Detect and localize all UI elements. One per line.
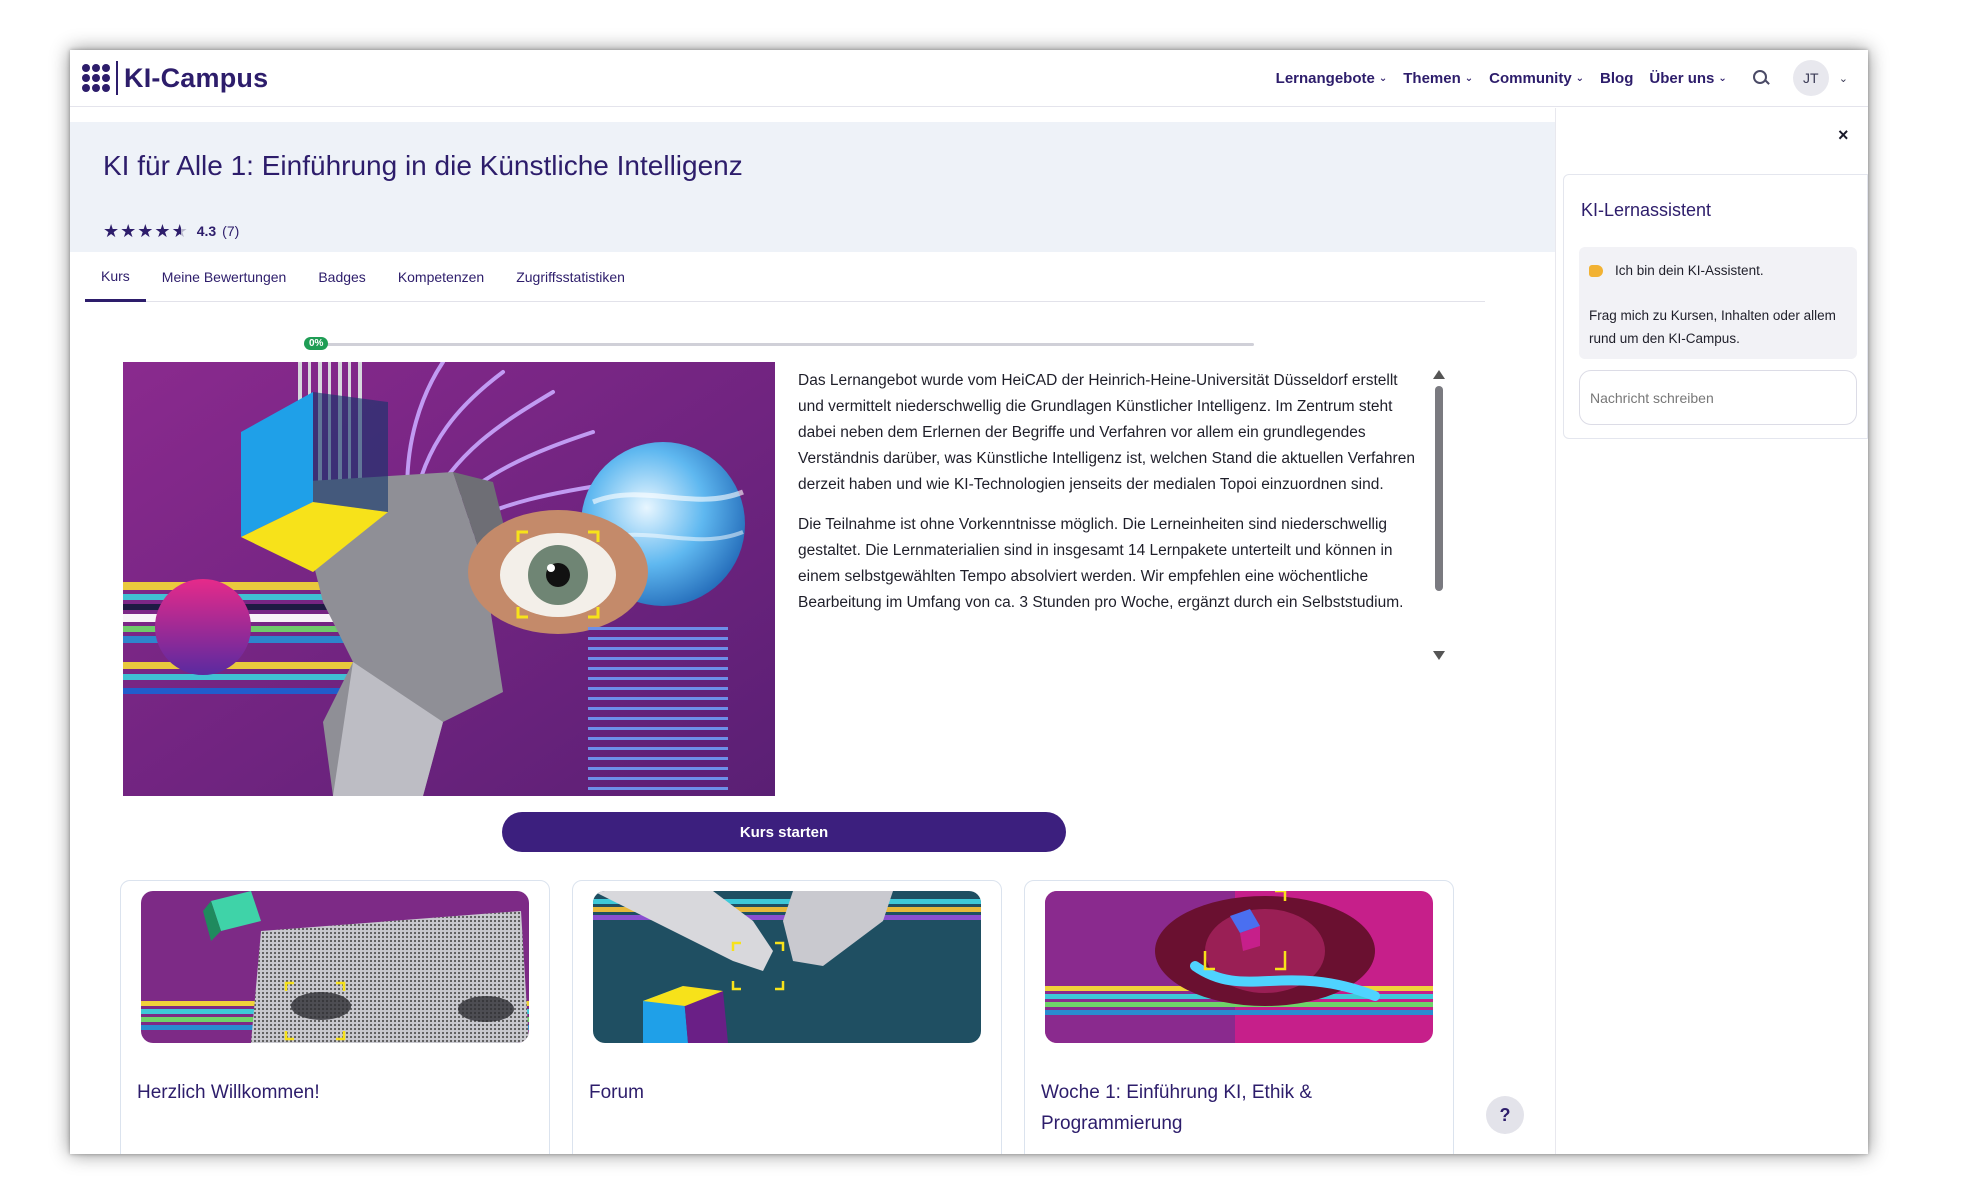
logo-divider — [116, 61, 118, 95]
chevron-down-icon: ⌄ — [1718, 72, 1727, 84]
nav-label: Über uns — [1649, 69, 1715, 87]
nav-lernangebote[interactable]: Lernangebote ⌄ — [1276, 70, 1388, 87]
search-icon[interactable] — [1751, 68, 1771, 88]
star-icon: ★ — [120, 221, 137, 241]
half-star-icon: ★ — [171, 221, 188, 241]
main-nav: Lernangebote ⌄ Themen ⌄ Community ⌄ Blog Üb… — [1260, 50, 1848, 106]
course-rating[interactable]: ★ ★ ★ ★ ★ 4.3 (7) — [103, 222, 239, 240]
course-tabs: Kurs Meine Bewertungen Badges Kompetenze… — [85, 252, 1485, 302]
rating-count: (7) — [222, 223, 240, 239]
site-header: KI-Campus Lernangebote ⌄ Themen ⌄ Communit… — [70, 50, 1868, 107]
card-title[interactable]: Herzlich Willkommen! — [137, 1077, 532, 1108]
nav-label: Themen — [1403, 69, 1461, 87]
scroll-up-icon[interactable] — [1433, 370, 1445, 379]
nav-blog[interactable]: Blog — [1600, 70, 1633, 87]
nav-themen[interactable]: Themen ⌄ — [1403, 70, 1473, 87]
nav-label: Blog — [1600, 69, 1634, 87]
course-progress: 0% — [304, 337, 1254, 351]
assistant-greeting: Ich bin dein KI-Assistent. — [1615, 263, 1764, 278]
close-icon[interactable]: × — [1838, 126, 1849, 144]
description-paragraph: Das Lernangebot wurde vom HeiCAD der Hei… — [798, 372, 1415, 493]
chevron-down-icon: ⌄ — [1575, 72, 1585, 84]
card-image — [141, 891, 529, 1043]
progress-badge: 0% — [304, 337, 329, 350]
card-image — [593, 891, 981, 1043]
card-title[interactable]: Woche 1: Einführung KI, Ethik & Programm… — [1041, 1077, 1436, 1139]
rating-value: 4.3 — [196, 223, 217, 239]
tab-kompetenzen[interactable]: Kompetenzen — [382, 252, 500, 302]
message-input[interactable] — [1579, 370, 1857, 425]
browser-window: KI-Campus Lernangebote ⌄ Themen ⌄ Communit… — [70, 50, 1868, 1154]
tab-zugriffsstatistiken[interactable]: Zugriffsstatistiken — [500, 252, 641, 302]
star-icon: ★ — [154, 221, 171, 241]
scroll-thumb[interactable] — [1435, 386, 1443, 591]
description-paragraph: Die Teilnahme ist ohne Vorkenntnisse mög… — [798, 516, 1404, 611]
tab-kurs[interactable]: Kurs — [85, 252, 146, 302]
assistant-prompt: Frag mich zu Kursen, Inhalten oder allem… — [1589, 308, 1836, 346]
waving-hand-icon — [1589, 264, 1603, 277]
description-scrollbar[interactable] — [1433, 370, 1445, 660]
course-card-welcome[interactable]: Herzlich Willkommen! — [120, 880, 550, 1154]
nav-label: Community — [1489, 69, 1572, 87]
card-title[interactable]: Forum — [589, 1077, 984, 1108]
chevron-down-icon: ⌄ — [1378, 72, 1388, 84]
progress-track — [304, 343, 1254, 346]
course-hero-image — [123, 362, 775, 796]
nav-community[interactable]: Community ⌄ — [1489, 70, 1584, 87]
assistant-message: Ich bin dein KI-Assistent. Frag mich zu … — [1579, 247, 1857, 359]
star-icon: ★ — [137, 221, 154, 241]
start-course-button[interactable]: Kurs starten — [502, 812, 1066, 852]
nav-label: Lernangebote — [1275, 69, 1375, 87]
card-image — [1045, 891, 1433, 1043]
chevron-down-icon[interactable]: ⌄ — [1839, 72, 1848, 85]
logo-text: KI-Campus — [124, 62, 269, 93]
course-card-forum[interactable]: Forum — [572, 880, 1002, 1154]
course-card-woche-1[interactable]: Woche 1: Einführung KI, Ethik & Programm… — [1024, 880, 1454, 1154]
assistant-card: KI-Lernassistent Ich bin dein KI-Assiste… — [1563, 174, 1868, 439]
tab-meine-bewertungen[interactable]: Meine Bewertungen — [146, 252, 303, 302]
star-icon: ★ — [103, 221, 120, 241]
course-description: Das Lernangebot wurde vom HeiCAD der Hei… — [798, 368, 1426, 673]
chevron-down-icon: ⌄ — [1464, 72, 1474, 84]
scroll-down-icon[interactable] — [1433, 651, 1445, 660]
tab-badges[interactable]: Badges — [302, 252, 381, 302]
page-title: KI für Alle 1: Einführung in die Künstli… — [103, 150, 743, 181]
avatar[interactable]: JT — [1792, 60, 1829, 96]
logo[interactable]: KI-Campus — [82, 61, 268, 95]
course-banner — [70, 122, 1555, 252]
nav-ueber-uns[interactable]: Über uns ⌄ — [1649, 70, 1726, 87]
help-button[interactable]: ? — [1486, 1096, 1524, 1134]
app-grid-icon — [82, 64, 110, 92]
assistant-title: KI-Lernassistent — [1581, 200, 1712, 220]
